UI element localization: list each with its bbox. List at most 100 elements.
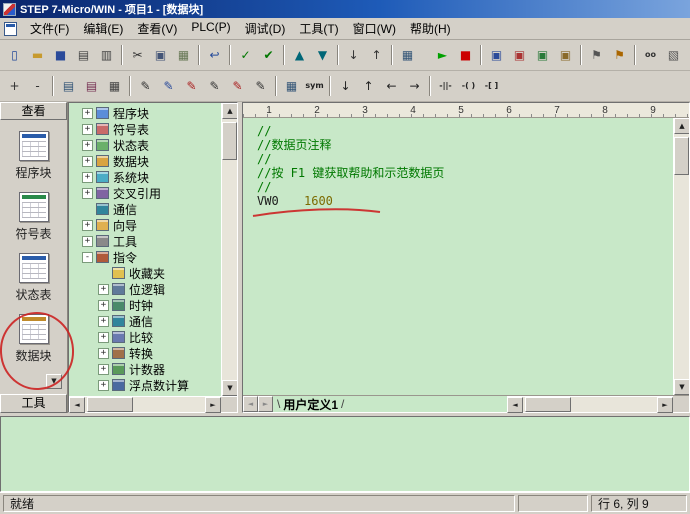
scrollbar-track[interactable] [85,397,205,412]
editor-vertical-scrollbar[interactable]: ▲ ▼ [673,118,689,395]
tree-horizontal-scrollbar[interactable]: ◄ ► [69,396,237,413]
expand-toggle[interactable]: + [98,363,109,375]
expand-toggle[interactable]: + [82,235,93,247]
print-preview-button[interactable]: ▥ [95,44,118,66]
sort-ascending-button[interactable]: ↓ [342,44,365,66]
expand-toggle[interactable]: + [98,299,109,311]
toggle-bookmark-button[interactable]: ✎ [203,75,226,97]
tree-item-bit-logic[interactable]: + 位逻辑 [69,281,221,297]
scrollbar-thumb[interactable] [525,397,571,412]
toggle-network-comments-button[interactable]: ✎ [157,75,180,97]
tree-item-instructions[interactable]: - 指令 [69,249,221,265]
tree-item-status-chart[interactable]: + 状态表 [69,137,221,153]
symbol-table-toggle-button[interactable]: ▦ [280,75,303,97]
status-view-button[interactable]: ▣ [531,44,554,66]
sort-descending-button[interactable]: ↑ [365,44,388,66]
menu-edit[interactable]: 编辑(E) [76,17,130,40]
tree-item-tools[interactable]: + 工具 [69,233,221,249]
tree-vertical-scrollbar[interactable]: ▲ ▼ [221,103,237,396]
delete-network-button[interactable]: ▤ [80,75,103,97]
clear-bookmarks-button[interactable]: ✎ [249,75,272,97]
edit-table-button[interactable]: ▦ [103,75,126,97]
next-bookmark-pen-button[interactable]: ✎ [226,75,249,97]
tree-item-data-block[interactable]: + 数据块 [69,153,221,169]
menu-tools[interactable]: 工具(T) [292,17,345,40]
expand-toggle[interactable]: + [82,107,93,119]
expand-toggle[interactable]: + [82,123,93,135]
scrollbar-track[interactable] [523,397,657,412]
tree-item-compare[interactable]: + 比较 [69,329,221,345]
tree-item-system-block[interactable]: + 系统块 [69,169,221,185]
line-right-button[interactable]: → [403,75,426,97]
next-bookmark-button[interactable]: ⚑ [608,44,631,66]
data-view-button[interactable]: ▣ [554,44,577,66]
expand-toggle[interactable]: + [98,283,109,295]
tree-item-floating-point-math[interactable]: + 浮点数计算 [69,377,221,393]
tree-item-clock[interactable]: + 时钟 [69,297,221,313]
insert-contact-button[interactable]: -||- [434,75,457,97]
save-button[interactable]: ■ [49,44,72,66]
sym-toggle-button[interactable]: sym [303,75,326,97]
expand-toggle[interactable]: + [82,155,93,167]
tree-item-communication[interactable]: 通信 [69,201,221,217]
line-down-button[interactable]: ↓ [334,75,357,97]
expand-toggle[interactable]: + [98,379,109,391]
print-button[interactable]: ▤ [72,44,95,66]
expand-toggle[interactable]: + [98,347,109,359]
cut-button[interactable]: ✂ [126,44,149,66]
tree-item-convert[interactable]: + 转换 [69,345,221,361]
tree-item-favorites[interactable]: 收藏夹 [69,265,221,281]
tree-item-wizard[interactable]: + 向导 [69,217,221,233]
scroll-right-button[interactable]: ► [657,397,673,413]
toggle-pou-comments-button[interactable]: ✎ [134,75,157,97]
expand-toggle[interactable]: + [98,315,109,327]
compile-button[interactable]: ✓ [234,44,257,66]
compile-all-button[interactable]: ✔ [257,44,280,66]
expand-toggle[interactable]: - [82,251,93,263]
insert-coil-button[interactable]: -( ) [457,75,480,97]
sidebar-scroll-down-button[interactable]: ▼ [46,374,62,389]
tree-item-program-block[interactable]: + 程序块 [69,105,221,121]
undo-button[interactable]: ↩ [203,44,226,66]
line-up-button[interactable]: ↑ [357,75,380,97]
tree-item-communication-2[interactable]: + 通信 [69,313,221,329]
expand-all-button[interactable]: + [3,75,26,97]
bookmark-button[interactable]: ⚑ [585,44,608,66]
menu-plc[interactable]: PLC(P) [184,17,237,40]
run-button[interactable]: ► [431,44,454,66]
find-button[interactable]: oo [639,44,662,66]
tab-user-defined-1[interactable]: 用户定义1 [273,396,348,412]
sidebar-item-status-chart[interactable]: 状态表 [2,248,66,309]
scroll-left-button[interactable]: ◄ [69,397,85,413]
scroll-left-button[interactable]: ◄ [507,397,523,413]
open-button[interactable]: ▬ [26,44,49,66]
sidebar-item-data-block[interactable]: 数据块 [2,309,66,370]
line-left-button[interactable]: ← [380,75,403,97]
scroll-down-button[interactable]: ▼ [222,380,237,396]
document-window-icon[interactable] [4,21,17,36]
collapse-all-button[interactable]: - [26,75,49,97]
scrollbar-track[interactable] [222,119,237,380]
stop-button[interactable]: ■ [454,44,477,66]
tree-item-cross-reference[interactable]: + 交叉引用 [69,185,221,201]
expand-toggle[interactable]: + [82,219,93,231]
expand-toggle[interactable]: + [82,187,93,199]
tools-bar-header[interactable]: 工具 [0,394,67,413]
scroll-up-button[interactable]: ▲ [222,103,237,119]
menu-debug[interactable]: 调试(D) [238,17,293,40]
editor-horizontal-scrollbar[interactable]: ◄ ► [507,396,673,413]
menu-window[interactable]: 窗口(W) [346,17,403,40]
scroll-up-button[interactable]: ▲ [674,118,689,134]
upload-button[interactable]: ▲ [288,44,311,66]
scrollbar-thumb[interactable] [222,122,237,160]
editor-text-area[interactable]: ////数据页注释////按 F1 键获取帮助和示范数据页//VW0 1600 [243,118,673,395]
scrollbar-thumb[interactable] [674,137,689,175]
download-button[interactable]: ▼ [311,44,334,66]
symbol-view-button[interactable]: ▣ [508,44,531,66]
scrollbar-thumb[interactable] [87,397,133,412]
scroll-right-button[interactable]: ► [205,397,221,413]
new-button[interactable]: ▯ [3,44,26,66]
copy-button[interactable]: ▣ [149,44,172,66]
menu-help[interactable]: 帮助(H) [403,17,458,40]
insert-network-button[interactable]: ▤ [57,75,80,97]
